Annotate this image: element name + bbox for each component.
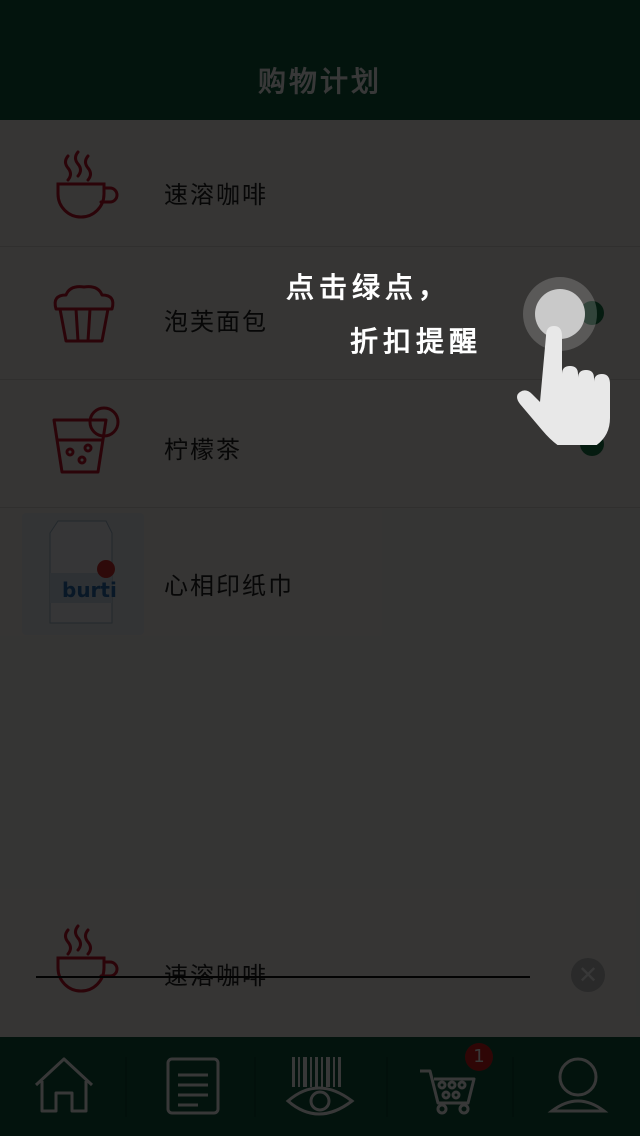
coffee-cup-icon [44,922,124,1002]
completed-item[interactable]: 速溶咖啡 ✕ [0,920,640,1020]
user-icon [547,1057,609,1113]
tab-scan[interactable] [256,1037,384,1136]
list-item[interactable]: 速溶咖啡 [0,120,640,247]
list-item[interactable]: burti 心相印纸巾 [0,508,640,640]
tap-hand-icon [510,270,630,449]
tab-cart[interactable] [384,1037,512,1136]
muffin-icon [44,283,124,351]
cart-badge: 1 [465,1043,493,1071]
barcode-eye-icon [285,1057,355,1116]
item-name: 速溶咖啡 [164,962,268,990]
item-name: 心相印纸巾 [164,572,294,600]
page-title: 购物计划 [257,65,382,98]
list-document-icon [166,1057,220,1115]
home-icon [34,1057,94,1113]
lemon-tea-icon [44,404,124,484]
strikethrough-line [36,976,530,978]
tab-profile[interactable] [512,1037,640,1136]
tab-bar [0,1037,640,1136]
tutorial-line-1: 点击绿点， [286,271,452,304]
tab-divider [125,1057,127,1117]
thumb-brand: burti [62,578,117,602]
tab-home[interactable] [0,1037,128,1136]
tutorial-line-2: 折扣提醒 [350,325,483,358]
item-name: 泡芙面包 [164,308,268,336]
tab-list[interactable] [128,1037,256,1136]
product-thumbnail: burti [22,513,144,635]
close-icon[interactable]: ✕ [571,958,605,992]
item-name: 速溶咖啡 [164,181,268,209]
header-bar: 购物计划 [0,0,640,120]
cart-icon [420,1069,476,1115]
coffee-cup-icon [44,148,124,228]
item-name: 柠檬茶 [164,436,242,464]
